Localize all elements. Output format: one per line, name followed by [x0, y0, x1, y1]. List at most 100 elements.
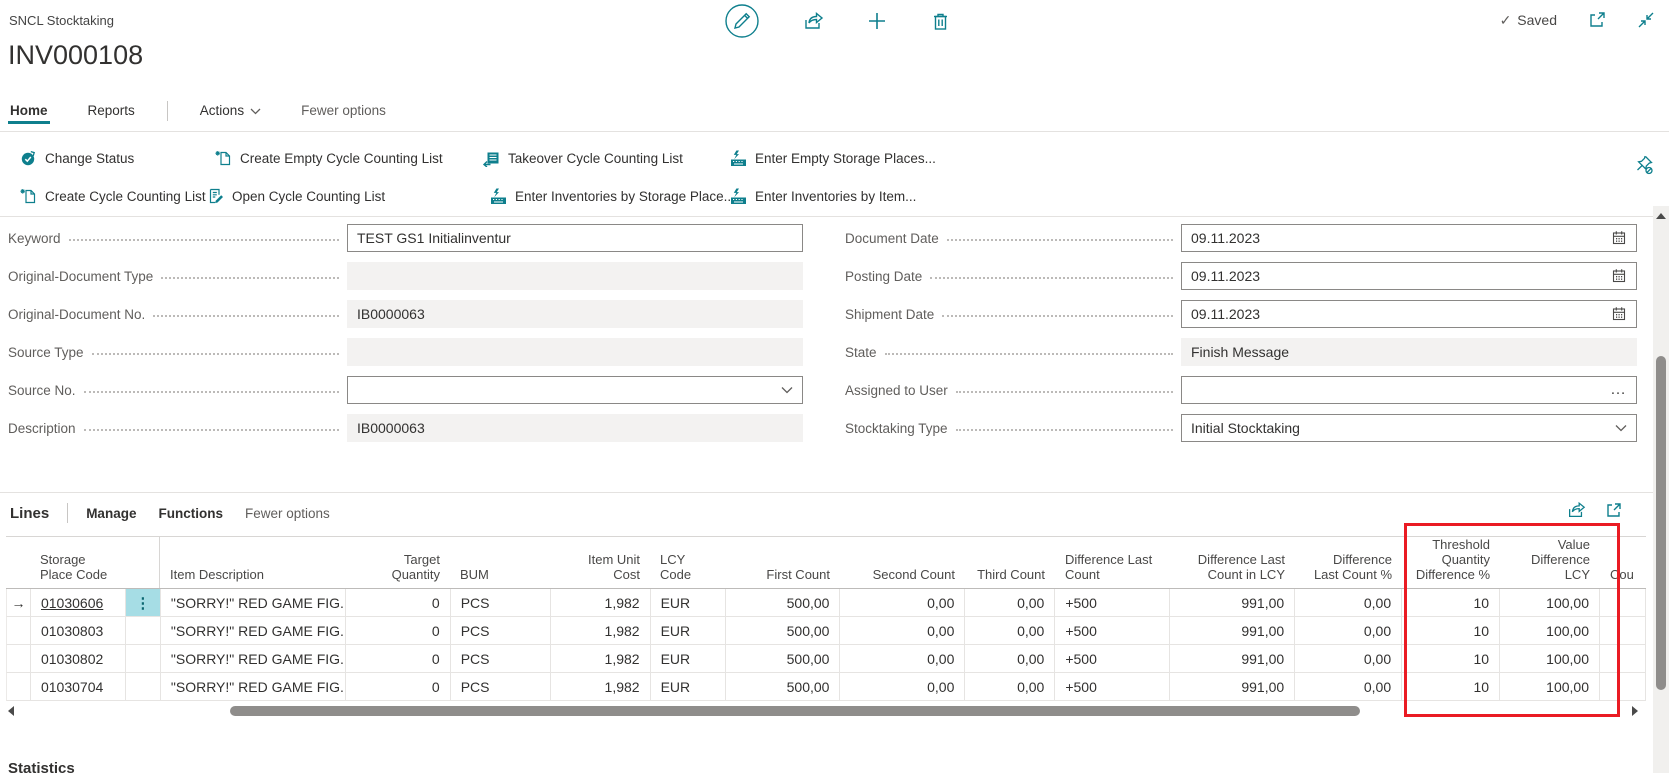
cell-item-unit-cost[interactable]: 1,982	[551, 673, 651, 700]
cell-row-menu[interactable]: ⋮	[125, 589, 161, 616]
column-header-lcy-code[interactable]: LCY Code	[650, 537, 725, 588]
cell-bum[interactable]: PCS	[451, 617, 551, 644]
share-lines-button[interactable]	[1566, 500, 1586, 520]
cell-second-count[interactable]: 0,00	[840, 645, 966, 672]
tab-home[interactable]: Home	[8, 103, 50, 124]
column-header-difference-last-count[interactable]: Difference Last Count	[1055, 537, 1170, 588]
expand-lines-button[interactable]	[1604, 500, 1624, 520]
cell-lcy-code[interactable]: EUR	[651, 617, 726, 644]
cell-second-count[interactable]: 0,00	[840, 617, 966, 644]
cell-storage-place-code[interactable]: 01030704	[31, 673, 126, 700]
edit-button[interactable]	[724, 3, 760, 39]
horizontal-scrollbar[interactable]	[4, 704, 1646, 718]
cell-third-count[interactable]: 0,00	[965, 673, 1056, 700]
cell-difference-last-count[interactable]: +500	[1055, 673, 1171, 700]
cell-difference-last-count-pct[interactable]: 0,00	[1295, 645, 1403, 672]
cell-third-count[interactable]: 0,00	[965, 589, 1056, 616]
lines-section-title[interactable]: Lines	[10, 505, 49, 522]
posting-date-field[interactable]: 09.11.2023	[1181, 262, 1637, 290]
cell-item-description[interactable]: "SORRY!" RED GAME FIG...	[161, 673, 346, 700]
cell-second-count[interactable]: 0,00	[840, 589, 966, 616]
action-enter-inventories-by-storage-place[interactable]: Enter Inventories by Storage Place...	[490, 184, 735, 208]
cell-difference-last-count-in-lcy[interactable]: 991,00	[1170, 617, 1296, 644]
cell-item-description[interactable]: "SORRY!" RED GAME FIG...	[161, 589, 346, 616]
cell-difference-last-count[interactable]: +500	[1055, 589, 1171, 616]
statistics-section-header[interactable]: Statistics	[8, 760, 75, 773]
column-header-difference-last-count-in-lcy[interactable]: Difference Last Count in LCY	[1170, 537, 1295, 588]
chevron-down-icon[interactable]	[781, 386, 793, 394]
column-header-second-count[interactable]: Second Count	[840, 537, 965, 588]
scroll-left-arrow[interactable]	[8, 706, 14, 716]
row-menu-dots-icon[interactable]: ⋮	[125, 589, 160, 616]
cell-count-truncated[interactable]	[1600, 617, 1646, 644]
cell-first-count[interactable]: 500,00	[726, 617, 841, 644]
cell-third-count[interactable]: 0,00	[965, 617, 1056, 644]
cell-threshold-quantity-difference-pct[interactable]: 10	[1402, 617, 1501, 644]
cell-threshold-quantity-difference-pct[interactable]: 10	[1402, 589, 1501, 616]
stocktaking-type-field[interactable]: Initial Stocktaking	[1181, 414, 1637, 442]
cell-difference-last-count[interactable]: +500	[1055, 617, 1171, 644]
cell-first-count[interactable]: 500,00	[726, 645, 841, 672]
action-create-empty-cycle-counting-list[interactable]: Create Empty Cycle Counting List	[215, 146, 443, 170]
cell-target-quantity[interactable]: 0	[346, 589, 451, 616]
table-row[interactable]: 01030803 "SORRY!" RED GAME FIG... 0 PCS 1,98…	[6, 617, 1646, 645]
cell-item-unit-cost[interactable]: 1,982	[551, 589, 651, 616]
tab-reports[interactable]: Reports	[88, 103, 135, 124]
cell-bum[interactable]: PCS	[451, 673, 551, 700]
cell-target-quantity[interactable]: 0	[346, 617, 451, 644]
keyword-field[interactable]: TEST GS1 Initialinventur	[347, 224, 803, 252]
cell-row-menu[interactable]	[126, 645, 161, 672]
column-header-threshold-value-difference-lcy[interactable]: Threshold Value Difference LCY	[1500, 537, 1600, 588]
scroll-up-arrow[interactable]	[1656, 213, 1666, 219]
cell-bum[interactable]: PCS	[451, 589, 551, 616]
cell-first-count[interactable]: 500,00	[726, 673, 841, 700]
table-row[interactable]: → 01030606 ⋮ "SORRY!" RED GAME FIG... 0 PCS 1,…	[6, 589, 1646, 617]
lines-menu-fewer-options[interactable]: Fewer options	[245, 506, 330, 521]
cell-count-truncated[interactable]	[1600, 589, 1646, 616]
cell-item-unit-cost[interactable]: 1,982	[551, 617, 651, 644]
action-enter-empty-storage-places[interactable]: Enter Empty Storage Places...	[730, 146, 936, 170]
lines-menu-manage[interactable]: Manage	[86, 506, 136, 521]
shipment-date-field[interactable]: 09.11.2023	[1181, 300, 1637, 328]
cell-difference-last-count-in-lcy[interactable]: 991,00	[1170, 645, 1296, 672]
cell-target-quantity[interactable]: 0	[346, 673, 451, 700]
cell-threshold-value-difference-lcy[interactable]: 100,00	[1500, 589, 1600, 616]
calendar-icon[interactable]	[1611, 268, 1627, 284]
cell-threshold-value-difference-lcy[interactable]: 100,00	[1500, 673, 1600, 700]
horizontal-scroll-thumb[interactable]	[230, 706, 1360, 716]
vertical-scrollbar[interactable]	[1653, 206, 1669, 773]
cell-bum[interactable]: PCS	[451, 645, 551, 672]
action-takeover-cycle-counting-list[interactable]: Takeover Cycle Counting List	[483, 146, 683, 170]
cell-threshold-value-difference-lcy[interactable]: 100,00	[1500, 617, 1600, 644]
table-row[interactable]: 01030802 "SORRY!" RED GAME FIG... 0 PCS 1,98…	[6, 645, 1646, 673]
source-no-field[interactable]	[347, 376, 803, 404]
tab-actions[interactable]: Actions	[200, 103, 261, 124]
column-header-bum[interactable]: BUM	[450, 537, 550, 588]
action-enter-inventories-by-item[interactable]: Enter Inventories by Item...	[730, 184, 916, 208]
column-header-threshold-quantity-difference-pct[interactable]: Threshold Quantity Difference %	[1402, 537, 1500, 588]
action-change-status[interactable]: Change Status	[20, 146, 134, 170]
unpin-actionbar-button[interactable]	[1634, 155, 1654, 178]
column-header-item-unit-cost[interactable]: Item Unit Cost	[550, 537, 650, 588]
column-header-third-count[interactable]: Third Count	[965, 537, 1055, 588]
cell-item-unit-cost[interactable]: 1,982	[551, 645, 651, 672]
cell-first-count[interactable]: 500,00	[726, 589, 841, 616]
column-header-storage-place-code[interactable]: Storage Place Code	[30, 537, 125, 588]
chevron-down-icon[interactable]	[1615, 424, 1627, 432]
cell-storage-place-code[interactable]: 01030802	[31, 645, 126, 672]
table-row[interactable]: 01030704 "SORRY!" RED GAME FIG... 0 PCS 1,98…	[6, 673, 1646, 701]
scroll-right-arrow[interactable]	[1632, 706, 1638, 716]
document-date-field[interactable]: 09.11.2023	[1181, 224, 1637, 252]
add-button[interactable]	[866, 10, 888, 32]
lines-menu-functions[interactable]: Functions	[158, 506, 223, 521]
cell-target-quantity[interactable]: 0	[346, 645, 451, 672]
cell-threshold-value-difference-lcy[interactable]: 100,00	[1500, 645, 1600, 672]
vertical-scroll-thumb[interactable]	[1656, 356, 1666, 690]
tab-fewer-options[interactable]: Fewer options	[301, 103, 386, 124]
cell-threshold-quantity-difference-pct[interactable]: 10	[1402, 645, 1501, 672]
cell-item-description[interactable]: "SORRY!" RED GAME FIG...	[161, 645, 346, 672]
cell-difference-last-count[interactable]: +500	[1055, 645, 1171, 672]
calendar-icon[interactable]	[1611, 230, 1627, 246]
cell-second-count[interactable]: 0,00	[840, 673, 966, 700]
collapse-button[interactable]	[1637, 11, 1655, 29]
